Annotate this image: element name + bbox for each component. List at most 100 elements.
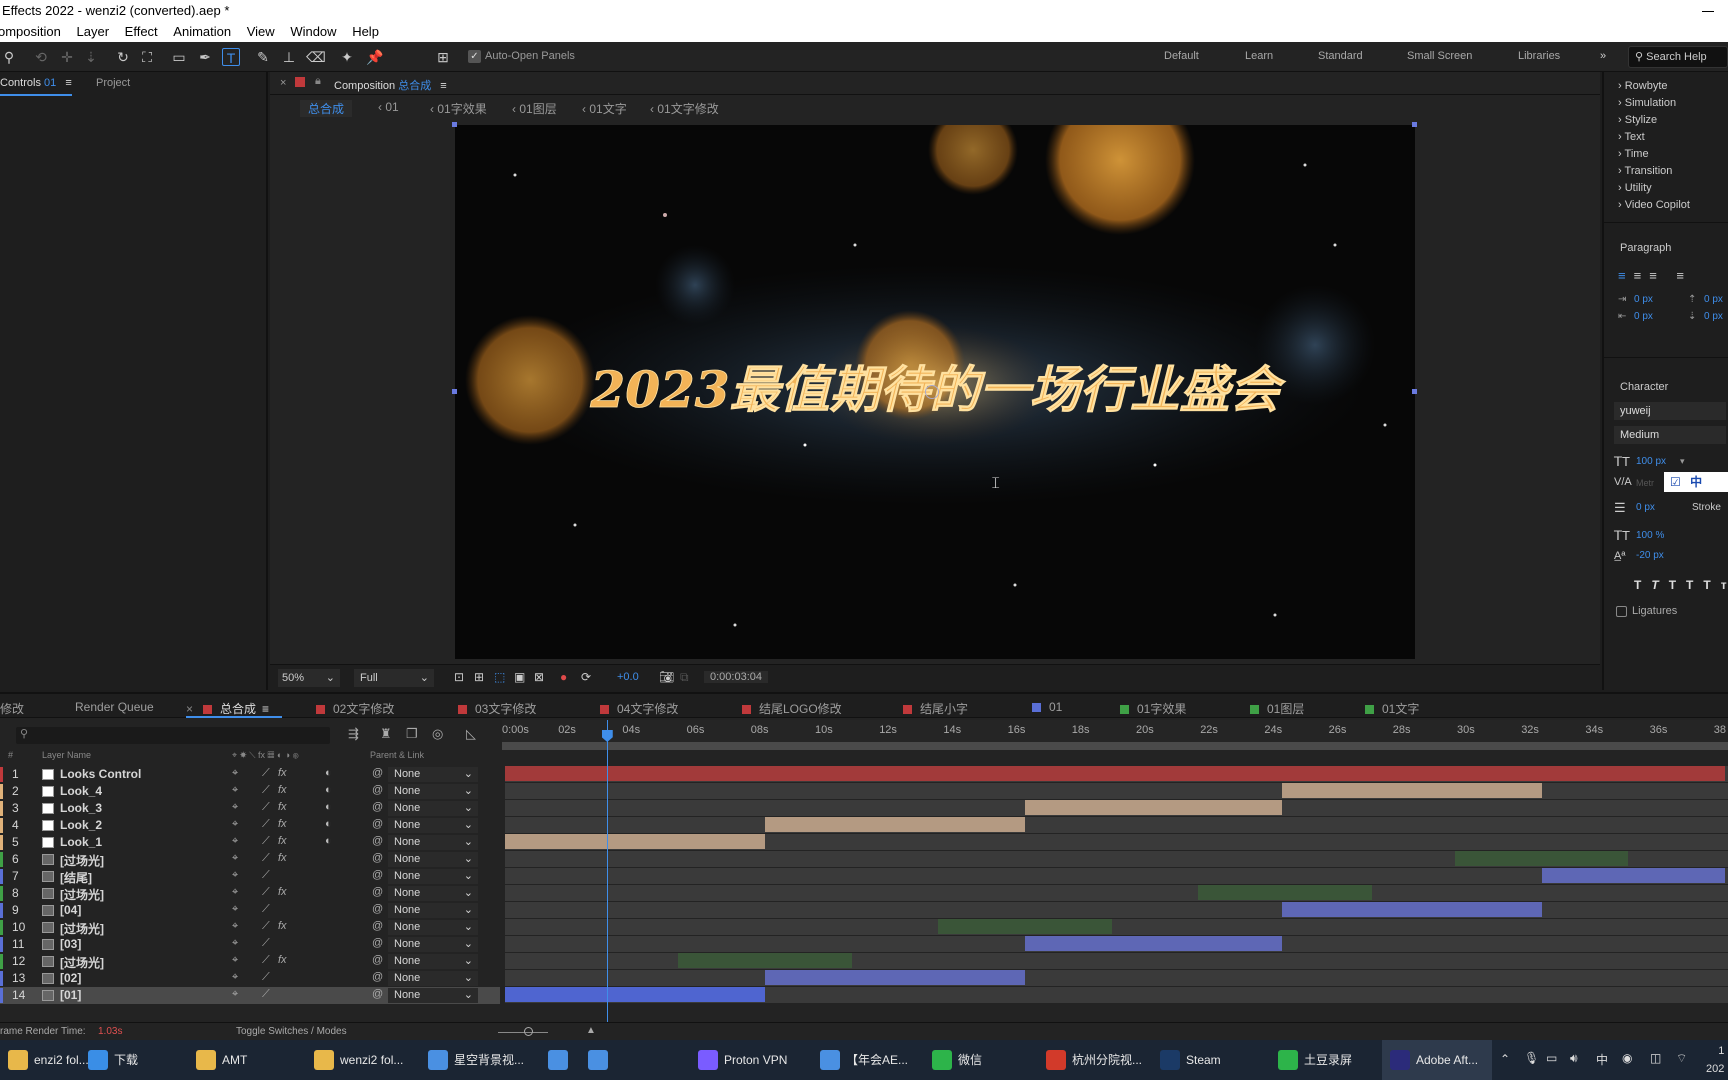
effect-category[interactable]: › Utility xyxy=(1618,180,1690,197)
menu-animation[interactable]: Animation xyxy=(173,22,231,42)
grid-icon[interactable]: ⊞ xyxy=(474,670,484,684)
tray-app-icon[interactable]: ◉ xyxy=(1622,1051,1632,1065)
layer-label-color[interactable] xyxy=(0,852,3,867)
pick-whip-icon[interactable]: @ xyxy=(372,852,383,864)
tray-wifi-icon[interactable]: ⌔ xyxy=(1676,1051,1687,1066)
roto-brush-tool-icon[interactable]: ✦ xyxy=(338,48,356,66)
bounding-handle[interactable] xyxy=(1412,389,1417,394)
layer-search-input[interactable]: ⚲︎ xyxy=(16,727,330,744)
transparency-grid-icon[interactable]: ▣ xyxy=(514,670,525,684)
comp-tab-title[interactable]: Composition 总合成 ≡ xyxy=(334,77,447,93)
layer-row[interactable]: 14 [01] ⌖ ⟋ @ None ⌄ xyxy=(0,987,500,1004)
tab-comp[interactable]: 03文字修改 xyxy=(458,700,536,717)
pick-whip-icon[interactable]: @ xyxy=(372,971,383,983)
tab-comp[interactable]: 01图层 xyxy=(1250,700,1304,717)
parent-dropdown[interactable]: None ⌄ xyxy=(388,903,478,918)
zoom-slider[interactable] xyxy=(498,1032,548,1033)
workspace-standard[interactable]: Standard xyxy=(1318,50,1363,62)
adjustment-layer-icon[interactable]: ◐ xyxy=(325,818,332,830)
tray-app-icon[interactable]: ◫ xyxy=(1650,1051,1661,1065)
effect-category[interactable]: › Time xyxy=(1618,146,1690,163)
layer-row[interactable]: 8 [过场光] ⌖ ⟋ fx @ None ⌄ xyxy=(0,885,500,902)
indent-first-value[interactable]: 0 px xyxy=(1634,311,1653,322)
shy-switch-icon[interactable]: ⌖ xyxy=(232,954,238,967)
effect-switch-icon[interactable]: fx xyxy=(278,920,287,932)
parent-dropdown[interactable]: None ⌄ xyxy=(388,920,478,935)
pick-whip-icon[interactable]: @ xyxy=(372,767,383,779)
effect-category[interactable]: › Rowbyte xyxy=(1618,78,1690,95)
tab-comp[interactable]: 01文字 xyxy=(1365,700,1419,717)
tray-chevron-icon[interactable]: ⌃ xyxy=(1500,1052,1510,1066)
shy-switch-icon[interactable]: ⌖ xyxy=(232,835,238,848)
bounding-handle[interactable] xyxy=(452,122,457,127)
effect-category[interactable]: › Stylize xyxy=(1618,112,1690,129)
workspace-learn[interactable]: Learn xyxy=(1245,50,1273,62)
layer-name[interactable]: [过场光] xyxy=(60,920,104,937)
taskbar-app-button[interactable]: 下载 xyxy=(80,1040,138,1080)
layer-duration-bar[interactable] xyxy=(505,987,765,1002)
vertical-scale-value[interactable]: 100 % xyxy=(1636,530,1664,541)
quality-switch-icon[interactable]: ⟋ xyxy=(262,801,270,814)
layer-duration-bar[interactable] xyxy=(1455,851,1629,866)
quality-switch-icon[interactable]: ⟋ xyxy=(262,937,270,950)
font-size-value[interactable]: 100 px xyxy=(1636,456,1666,467)
parent-dropdown[interactable]: None ⌄ xyxy=(388,801,478,816)
resolution-dropdown[interactable]: Full ⌄ xyxy=(354,669,434,687)
faux-style-buttons[interactable]: TTTTTт xyxy=(1634,578,1728,592)
align-buttons[interactable]: ≡≡≡ ≡ xyxy=(1618,268,1692,283)
puppet-tool-icon[interactable]: 📌 xyxy=(366,48,384,66)
layer-label-color[interactable] xyxy=(0,971,3,986)
orbit-tool-icon[interactable]: ⟲ xyxy=(32,48,50,66)
tab-comp[interactable]: 01 xyxy=(1032,700,1062,714)
effect-category[interactable]: › Transition xyxy=(1618,163,1690,180)
breadcrumb-item[interactable]: ‹ 01字效果 xyxy=(430,100,487,117)
quality-switch-icon[interactable]: ⟋ xyxy=(262,954,270,967)
layer-name[interactable]: [过场光] xyxy=(60,886,104,903)
breadcrumb-item[interactable]: ‹ 01 xyxy=(378,100,399,114)
current-timecode[interactable]: 0:00:03:04 xyxy=(704,671,768,683)
tab-effect-controls[interactable]: Controls 01 ≡ xyxy=(0,77,72,89)
taskbar-app-button[interactable]: enzi2 fol... xyxy=(0,1040,89,1080)
quality-switch-icon[interactable]: ⟋ xyxy=(262,920,270,933)
layer-row[interactable]: 9 [04] ⌖ ⟋ @ None ⌄ xyxy=(0,902,500,919)
layer-duration-bar[interactable] xyxy=(1025,936,1282,951)
tab-comp[interactable]: 修改 xyxy=(0,700,24,717)
adjustment-layer-icon[interactable]: ◐ xyxy=(325,801,332,813)
clone-stamp-tool-icon[interactable]: ⊥ xyxy=(280,48,298,66)
auto-open-checkbox[interactable]: ✓ xyxy=(468,50,481,63)
layer-name[interactable]: Look_2 xyxy=(60,818,102,832)
quality-switch-icon[interactable]: ⟋ xyxy=(262,818,270,831)
layer-label-color[interactable] xyxy=(0,937,3,952)
channels-icon[interactable]: ● xyxy=(560,670,567,684)
eraser-tool-icon[interactable]: ⌫ xyxy=(306,48,326,66)
layer-row[interactable]: 4 Look_2 ⌖ ⟋ fx ◐ @ None ⌄ xyxy=(0,817,500,834)
draft-3d-icon[interactable]: ♜ xyxy=(380,726,392,742)
parent-dropdown[interactable]: None ⌄ xyxy=(388,852,478,867)
zoom-in-icon[interactable]: ▲ xyxy=(586,1025,596,1036)
taskbar-app-button[interactable] xyxy=(540,1040,574,1080)
pick-whip-icon[interactable]: @ xyxy=(372,988,383,1000)
shy-switch-icon[interactable]: ⌖ xyxy=(232,767,238,780)
taskbar-app-button[interactable]: wenzi2 fol... xyxy=(306,1040,403,1080)
snapshot-icon[interactable]: 📷︎ xyxy=(659,670,674,684)
graph-editor-icon[interactable]: ◺ xyxy=(466,726,476,742)
effect-switch-icon[interactable]: fx xyxy=(278,954,287,966)
exposure-value[interactable]: +0.0 xyxy=(617,671,639,683)
tray-network-icon[interactable]: ▭ xyxy=(1546,1051,1557,1065)
taskbar-app-button[interactable]: Steam xyxy=(1152,1040,1221,1080)
shy-switch-icon[interactable]: ⌖ xyxy=(232,818,238,831)
layer-duration-bar[interactable] xyxy=(505,766,1725,781)
layer-duration-bar[interactable] xyxy=(1281,902,1542,917)
layer-duration-bar[interactable] xyxy=(505,834,765,849)
parent-dropdown[interactable]: None ⌄ xyxy=(388,767,478,782)
search-help-input[interactable]: ⚲ Search Help xyxy=(1628,46,1728,68)
menu-effect[interactable]: Effect xyxy=(125,22,158,42)
tab-comp[interactable]: 结尾LOGO修改 xyxy=(742,700,842,717)
effect-switch-icon[interactable]: fx xyxy=(278,835,287,847)
tab-comp-active[interactable]: × 总合成 ≡ xyxy=(186,700,269,717)
tray-microphone-icon[interactable]: 🎙︎ xyxy=(1524,1051,1539,1065)
safe-zones-icon[interactable]: ⊡ xyxy=(454,670,464,684)
layer-row[interactable]: 13 [02] ⌖ ⟋ @ None ⌄ xyxy=(0,970,500,987)
layer-row[interactable]: 10 [过场光] ⌖ ⟋ fx @ None ⌄ xyxy=(0,919,500,936)
taskbar-app-button[interactable]: 星空背景视... xyxy=(420,1040,524,1080)
